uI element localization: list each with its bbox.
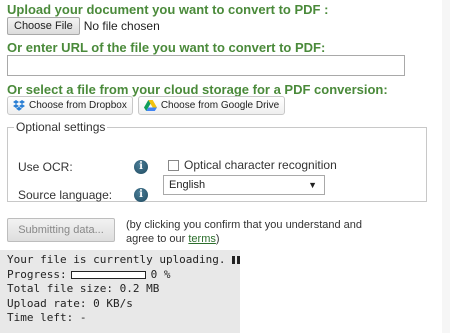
source-language-label: Source language: — [18, 188, 113, 202]
cloud-buttons: Choose from Dropbox Choose from Google D… — [7, 96, 286, 115]
source-language-select[interactable]: English ▼ — [163, 175, 325, 195]
dropbox-label: Choose from Dropbox — [29, 100, 127, 111]
file-status: No file chosen — [83, 19, 160, 33]
ocr-checkbox-row[interactable]: Optical character recognition — [168, 158, 337, 172]
google-drive-icon — [143, 100, 157, 111]
info-icon[interactable]: i — [134, 160, 148, 174]
progress-label: Progress: — [7, 267, 67, 281]
choose-file-button[interactable]: Choose File — [7, 17, 80, 35]
ocr-label: Use OCR: — [18, 160, 73, 174]
pause-icon[interactable] — [231, 256, 240, 265]
url-heading: Or enter URL of the file you want to con… — [7, 40, 326, 55]
time-left: Time left: - — [7, 311, 87, 324]
uploading-text: Your file is currently uploading. — [7, 253, 226, 266]
upload-status-panel: Your file is currently uploading. Progre… — [0, 250, 240, 333]
dropdown-arrow-icon: ▼ — [308, 180, 317, 190]
dropbox-button[interactable]: Choose from Dropbox — [7, 96, 133, 115]
consent-body: (by clicking you confirm that you unders… — [126, 219, 363, 245]
uploading-row: Your file is currently uploading. — [7, 253, 240, 268]
file-upload-row: Choose File No file chosen — [7, 17, 160, 35]
upload-heading: Upload your document you want to convert… — [7, 2, 329, 17]
progress-bar — [70, 270, 146, 279]
consent-text: (by clicking you confirm that you unders… — [126, 218, 376, 246]
total-size: Total file size: 0.2 MB — [7, 282, 160, 295]
optional-settings-legend: Optional settings — [16, 120, 106, 134]
progress-text: 0 % — [150, 267, 171, 281]
ocr-checkbox[interactable] — [168, 159, 179, 171]
ocr-checkbox-label: Optical character recognition — [184, 158, 337, 172]
submit-button[interactable]: Submitting data... — [7, 218, 115, 242]
source-language-value: English — [169, 179, 206, 191]
consent-close: ) — [215, 233, 220, 245]
terms-link[interactable]: terms — [188, 233, 216, 245]
google-drive-label: Choose from Google Drive — [160, 100, 280, 111]
upload-rate: Upload rate: 0 KB/s — [7, 296, 133, 310]
page-scrollbar[interactable] — [442, 0, 450, 333]
google-drive-button[interactable]: Choose from Google Drive — [137, 96, 286, 115]
dropbox-icon — [13, 100, 25, 111]
url-input[interactable] — [7, 55, 405, 76]
cloud-heading: Or select a file from your cloud storage… — [7, 82, 388, 97]
info-icon[interactable]: i — [134, 188, 148, 202]
progress-row: Progress: 0 % — [7, 268, 233, 283]
